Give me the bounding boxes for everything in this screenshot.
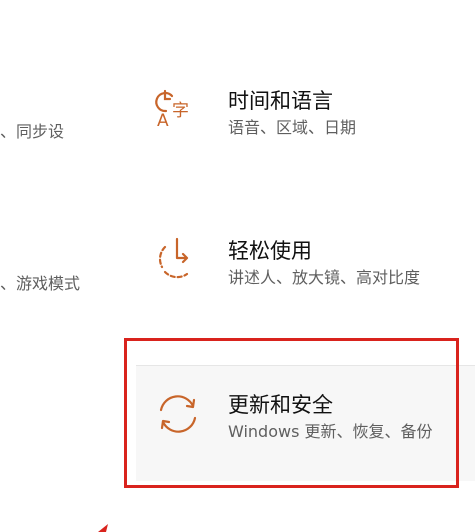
- time-language-desc: 语音、区域、日期: [228, 118, 357, 137]
- ease-of-access-icon: [158, 237, 189, 279]
- highlight-box: [124, 338, 459, 488]
- svg-text:字: 字: [172, 101, 189, 121]
- time-language-title: 时间和语言: [228, 89, 333, 113]
- ease-of-access-title: 轻松使用: [228, 239, 312, 263]
- gaming-tile-desc: 、游戏模式: [0, 274, 81, 293]
- time-language-tile[interactable]: A 字 时间和语言 语音、区域、日期: [152, 84, 475, 154]
- annotation-arrow-icon: [98, 524, 108, 532]
- account-tile-desc: 、同步设: [0, 122, 65, 141]
- language-time-icon: A 字: [155, 89, 189, 131]
- ease-of-access-tile[interactable]: 轻松使用 讲述人、放大镜、高对比度: [152, 234, 475, 304]
- ease-of-access-desc: 讲述人、放大镜、高对比度: [228, 268, 421, 287]
- svg-text:A: A: [157, 111, 169, 131]
